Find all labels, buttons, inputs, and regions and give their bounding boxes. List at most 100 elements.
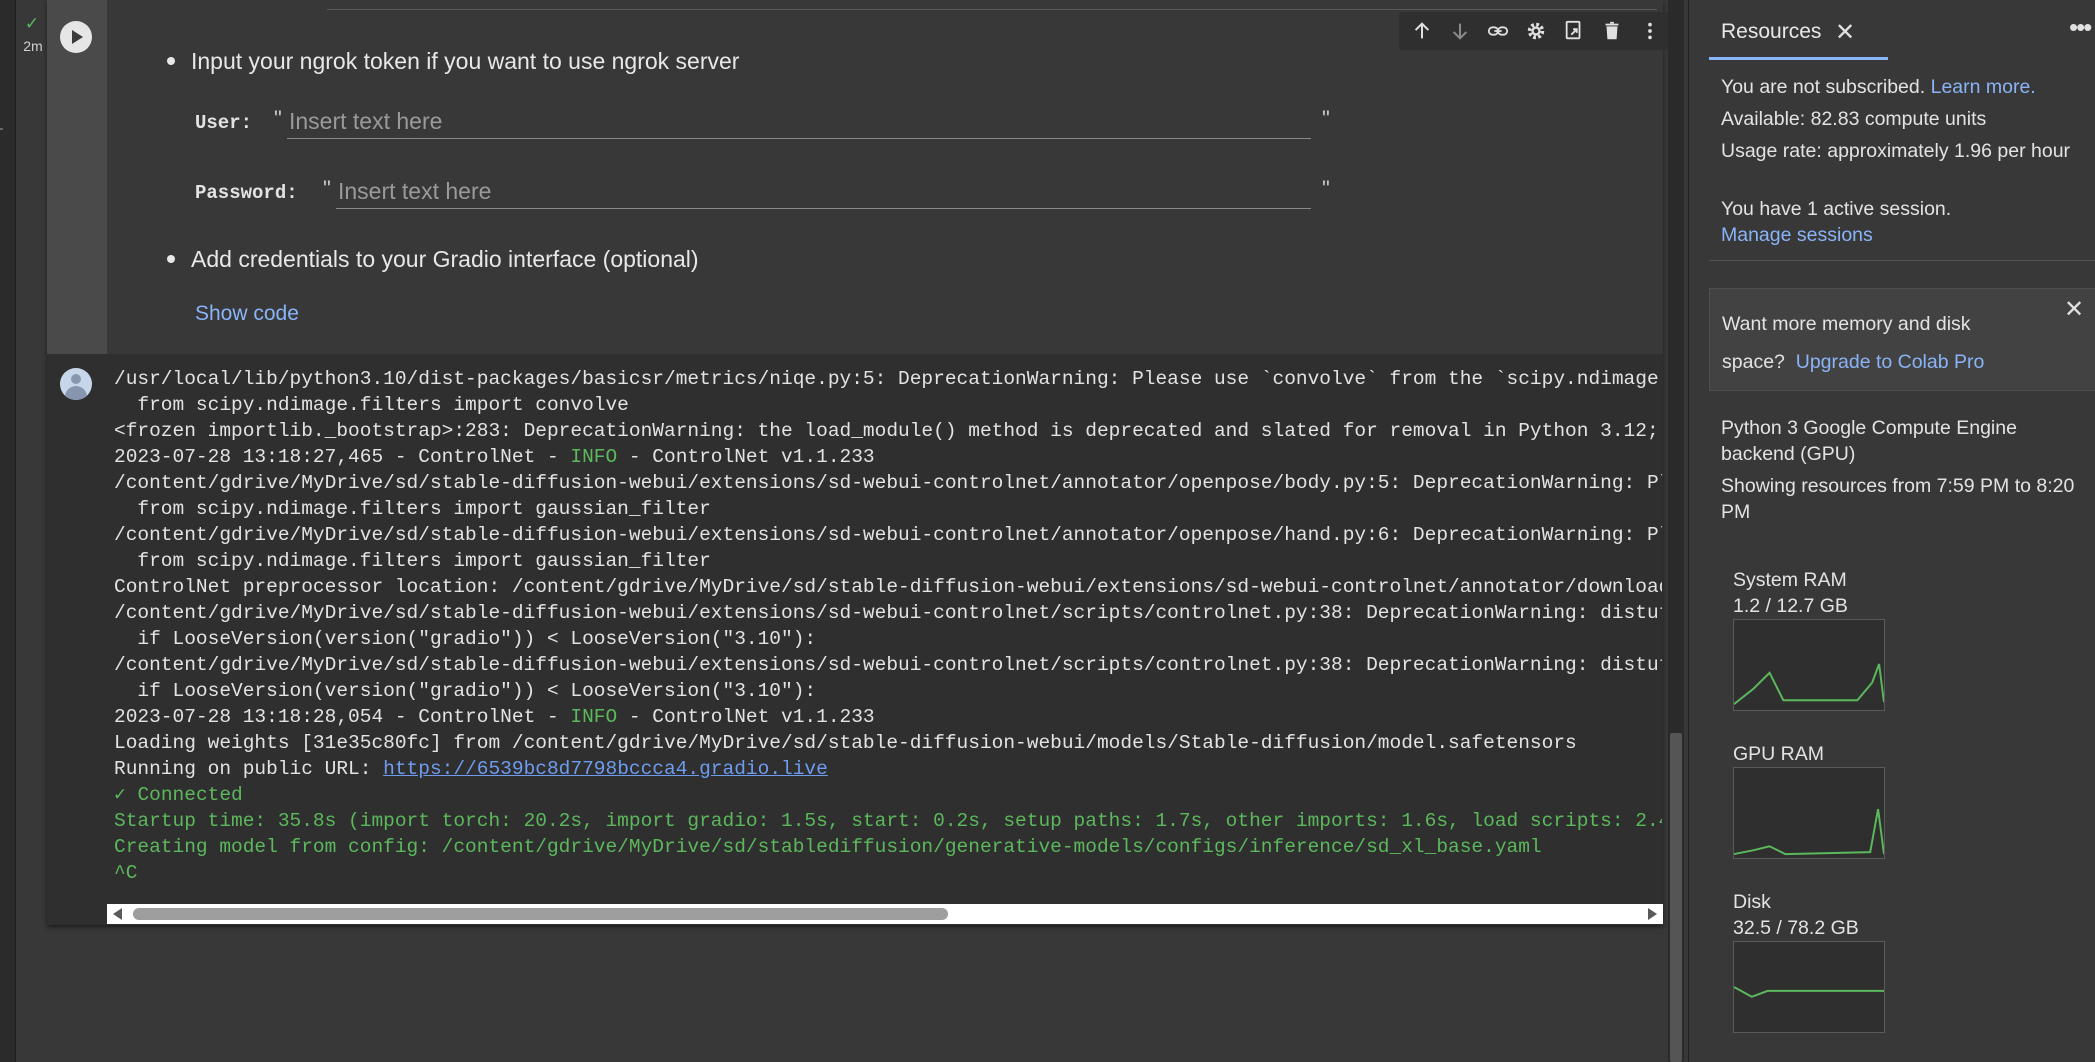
gpu-ram-series [1734, 808, 1884, 856]
console-line: Creating model from config: /content/gdr… [114, 834, 1662, 860]
console-output[interactable]: /usr/local/lib/python3.10/dist-packages/… [114, 366, 1662, 886]
panel-more-button[interactable]: ••• [2069, 12, 2092, 43]
user-quote-close: " [1322, 106, 1330, 131]
console-line: if LooseVersion(version("gradio")) < Loo… [114, 626, 1662, 652]
close-icon: ✕ [1835, 19, 1856, 46]
delete-button[interactable] [1597, 16, 1627, 46]
console-line: /usr/local/lib/python3.10/dist-packages/… [114, 366, 1662, 392]
arrow-up-icon [1414, 22, 1430, 39]
show-code-link[interactable]: Show code [195, 302, 299, 326]
console-line: from scipy.ndimage.filters import convol… [114, 392, 1662, 418]
cell-toolbar [1399, 12, 1673, 50]
available-units: Available: 82.83 compute units [1721, 108, 1987, 130]
mirror-button[interactable] [1559, 16, 1589, 46]
notebook-area: ✓ 2m Input your ngrok token if you want … [16, 0, 1684, 1062]
move-up-button[interactable] [1407, 16, 1437, 46]
move-down-button[interactable] [1445, 16, 1475, 46]
scroll-left-icon[interactable] [113, 908, 122, 920]
console-text: ControlNet preprocessor location: /conte… [114, 576, 1662, 598]
user-label: User: [195, 112, 253, 134]
console-text: /content/gdrive/MyDrive/sd/stable-diffus… [114, 472, 1662, 494]
upgrade-link[interactable]: Upgrade to Colab Pro [1796, 351, 1985, 373]
console-text: /content/gdrive/MyDrive/sd/stable-diffus… [114, 654, 1662, 676]
link-button[interactable] [1483, 16, 1513, 46]
console-text: 2023-07-28 13:18:28,054 - ControlNet - [114, 706, 571, 728]
user-input[interactable] [287, 105, 1311, 139]
gpu-ram-graph [1733, 767, 1885, 859]
form-area: Input your ngrok token if you want to us… [107, 0, 1663, 354]
backend-info: Python 3 Google Compute Engine backend (… [1721, 417, 2017, 465]
console-line: 2023-07-28 13:18:27,465 - ControlNet - I… [114, 444, 1662, 470]
scrollbar-thumb[interactable] [133, 908, 948, 920]
gear-icon [1527, 22, 1545, 40]
metric-label-disk: Disk [1733, 891, 1771, 913]
bullet-ngrok-text: Input your ngrok token if you want to us… [191, 48, 740, 74]
execution-time: 2m [23, 38, 43, 54]
vertical-scrollbar-thumb[interactable] [1670, 733, 1682, 1062]
console-text: Creating model from config: /content/gdr… [114, 836, 1542, 858]
user-quote-open: " [274, 106, 282, 131]
learn-more-link[interactable]: Learn more. [1931, 76, 2036, 98]
cell-run-column [47, 0, 107, 354]
close-panel-button[interactable]: ✕ [1835, 18, 1855, 47]
cell-gutter: ✓ 2m [16, 0, 47, 930]
console-line: /content/gdrive/MyDrive/sd/stable-diffus… [114, 600, 1662, 626]
resources-panel: Resources ✕ ••• You are not subscribed. … [1688, 0, 2095, 1062]
more-button[interactable] [1635, 16, 1665, 46]
password-input[interactable] [336, 175, 1311, 209]
dismiss-upsell-button[interactable]: ✕ [2064, 295, 2084, 324]
console-text: 2023-07-28 13:18:27,465 - ControlNet - [114, 446, 571, 468]
console-line: ^C [114, 860, 1662, 886]
console-text: Startup time: 35.8s (import torch: 20.2s… [114, 810, 1662, 832]
upsell-message: Want more memory and disk space? Upgrade… [1722, 305, 2052, 381]
link-icon [1487, 26, 1509, 36]
close-icon: ✕ [2064, 296, 2085, 323]
public-url-link[interactable]: https://6539bc8d7798bccca4.gradio.live [383, 758, 828, 780]
panel-divider [1709, 260, 2095, 261]
bullet-credentials-text: Add credentials to your Gradio interface… [191, 246, 699, 272]
console-line: /content/gdrive/MyDrive/sd/stable-diffus… [114, 652, 1662, 678]
panel-title: Resources [1721, 20, 1822, 43]
console-line: /content/gdrive/MyDrive/sd/stable-diffus… [114, 470, 1662, 496]
metric-label-system-ram: System RAM [1733, 569, 1847, 591]
console-line: if LooseVersion(version("gradio")) < Loo… [114, 678, 1662, 704]
console-line: /content/gdrive/MyDrive/sd/stable-diffus… [114, 522, 1662, 548]
console-line: Startup time: 35.8s (import torch: 20.2s… [114, 808, 1662, 834]
log-level-info: INFO [570, 446, 618, 468]
console-text: <frozen importlib._bootstrap>:283: Depre… [114, 420, 1662, 442]
bullet-credentials: Add credentials to your Gradio interface… [167, 246, 699, 273]
console-text: /usr/local/lib/python3.10/dist-packages/… [114, 368, 1662, 390]
form-divider [327, 9, 1657, 10]
vertical-scrollbar[interactable] [1668, 0, 1684, 1062]
usage-rate: Usage rate: approximately 1.96 per hour [1721, 140, 2071, 162]
password-label: Password: [195, 182, 298, 204]
console-text: from scipy.ndimage.filters import gaussi… [114, 550, 711, 572]
horizontal-scrollbar[interactable] [107, 904, 1663, 924]
console-line: <frozen importlib._bootstrap>:283: Depre… [114, 418, 1662, 444]
console-text: Running on public URL: [114, 758, 384, 780]
bullet-dot [167, 254, 175, 263]
system-ram-series [1734, 663, 1884, 705]
password-quote-open: " [323, 176, 331, 201]
system-ram-graph [1733, 619, 1885, 711]
run-cell-button[interactable] [60, 21, 92, 53]
cell-output: /usr/local/lib/python3.10/dist-packages/… [47, 354, 1663, 925]
subscription-status: You are not subscribed. Learn more. [1721, 74, 2091, 100]
bullet-dot [167, 56, 175, 65]
manage-sessions-link[interactable]: Manage sessions [1721, 222, 1873, 248]
console-text: if LooseVersion(version("gradio")) < Loo… [114, 680, 817, 702]
more-horiz-icon: ••• [2069, 12, 2092, 42]
console-line: Loading weights [31e35c80fc] from /conte… [114, 730, 1662, 756]
active-sessions: You have 1 active session. [1721, 198, 1952, 220]
settings-button[interactable] [1521, 16, 1551, 46]
console-line: from scipy.ndimage.filters import gaussi… [114, 548, 1662, 574]
bullet-ngrok: Input your ngrok token if you want to us… [167, 48, 739, 75]
left-strip [0, 0, 16, 1062]
mirror-cell-icon [1565, 20, 1581, 40]
console-line: ✓ Connected [114, 782, 1662, 808]
scroll-right-icon[interactable] [1648, 908, 1657, 920]
metric-label-gpu-ram: GPU RAM [1733, 743, 1825, 765]
output-avatar-icon[interactable] [60, 368, 92, 400]
code-cell[interactable]: Input your ngrok token if you want to us… [47, 0, 1673, 925]
time-range: Showing resources from 7:59 PM to 8:20 P… [1721, 475, 2075, 523]
